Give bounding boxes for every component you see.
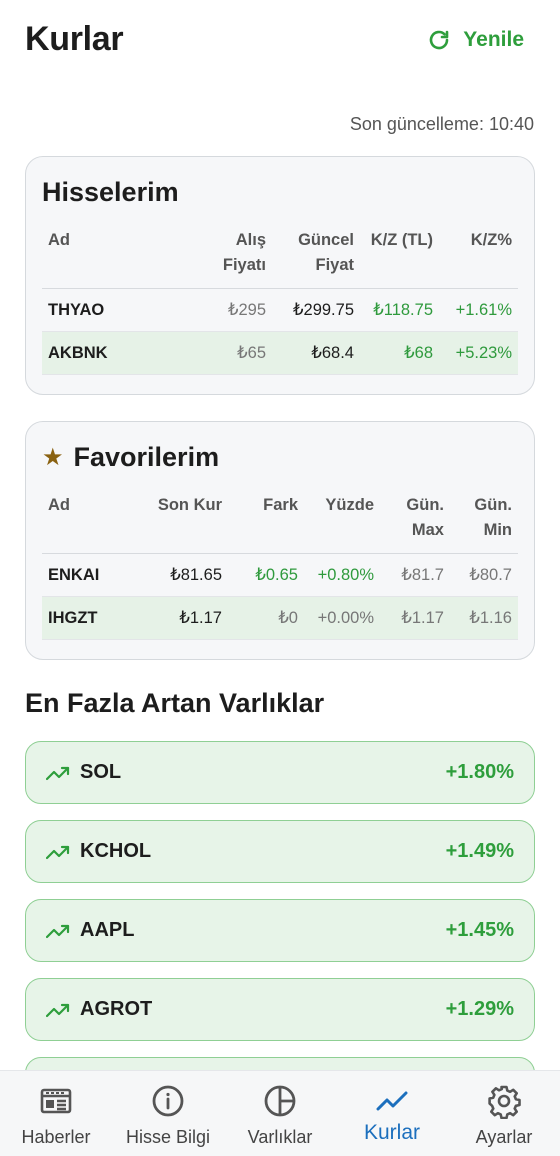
- gainer-symbol: KCHOL: [80, 840, 152, 862]
- gainer-change: +1.45%: [445, 919, 514, 941]
- gainer-change: +1.80%: [445, 761, 514, 783]
- holdings-table: Ad Alış Fiyatı Güncel Fiyat K/Z (TL) K/Z% …: [42, 220, 518, 375]
- symbol-cell: AKBNK: [48, 343, 108, 362]
- column-header: K/Z (TL): [370, 231, 433, 249]
- page-title: Kurlar: [25, 20, 124, 58]
- gear-icon: [488, 1085, 521, 1119]
- current-price-cell: ₺299.75: [293, 301, 354, 319]
- table-row[interactable]: AKBNK ₺65 ₺68.4 ₺68 +5.23%: [42, 331, 518, 375]
- day-min-cell: ₺1.16: [469, 609, 512, 627]
- nav-label-rates: Kurlar: [363, 1121, 421, 1144]
- profit-loss-pct-cell: +5.23%: [455, 343, 512, 362]
- info-icon: [152, 1085, 184, 1117]
- column-header: Fark: [263, 496, 298, 514]
- gainer-change: +1.29%: [445, 998, 514, 1020]
- column-header: Alış Fiyatı: [222, 231, 266, 274]
- favorites-title: ★ Favorilerim: [42, 442, 518, 473]
- percent-cell: +0.00%: [317, 608, 374, 627]
- gainer-symbol: SOL: [80, 761, 122, 783]
- newspaper-icon: [40, 1088, 72, 1114]
- nav-item-rates[interactable]: Kurlar: [336, 1071, 448, 1156]
- holdings-title-text: Hisselerim: [42, 177, 179, 207]
- table-row[interactable]: ENKAI ₺81.65 ₺0.65 +0.80% ₺81.7 ₺80.7: [42, 554, 518, 597]
- nav-label-stock-info: Hisse Bilgi: [125, 1127, 211, 1147]
- day-max-cell: ₺1.17: [401, 609, 444, 627]
- gainer-item[interactable]: AAPL +1.45%: [25, 899, 535, 962]
- holdings-header-row: Ad Alış Fiyatı Güncel Fiyat K/Z (TL) K/Z%: [42, 220, 518, 289]
- profit-loss-cell: ₺118.75: [373, 301, 433, 319]
- diff-cell: ₺0.65: [255, 566, 298, 584]
- nav-item-assets[interactable]: Varlıklar: [224, 1071, 336, 1156]
- table-row[interactable]: IHGZT ₺1.17 ₺0 +0.00% ₺1.17 ₺1.16: [42, 596, 518, 640]
- profit-loss-cell: ₺68: [404, 344, 433, 362]
- last-price-cell: ₺81.65: [170, 566, 222, 584]
- day-max-cell: ₺81.7: [401, 566, 444, 584]
- favorites-card: ★ Favorilerim Ad Son Kur Fark Yüzde Gün.…: [25, 421, 535, 660]
- column-header: Ad: [48, 496, 70, 514]
- symbol-cell: THYAO: [48, 300, 105, 319]
- trending-up-icon: [46, 845, 70, 859]
- column-header: Yüzde: [325, 496, 374, 514]
- favorites-table: Ad Son Kur Fark Yüzde Gün. Max Gün. Min EN…: [42, 485, 518, 640]
- app-header: Kurlar Yenile: [0, 0, 560, 90]
- profit-loss-pct-cell: +1.61%: [455, 300, 512, 319]
- gainer-item[interactable]: AGROT +1.29%: [25, 978, 535, 1041]
- trending-up-icon: [46, 924, 70, 938]
- gainer-symbol: AAPL: [80, 919, 135, 941]
- star-icon: ★: [42, 444, 64, 471]
- gainer-change: +1.49%: [445, 840, 514, 862]
- nav-item-settings[interactable]: Ayarlar: [448, 1071, 560, 1156]
- favorites-header-row: Ad Son Kur Fark Yüzde Gün. Max Gün. Min: [42, 485, 518, 554]
- diff-cell: ₺0: [278, 609, 298, 627]
- nav-label-news: Haberler: [21, 1127, 91, 1147]
- refresh-icon: [430, 30, 449, 50]
- last-price-cell: ₺1.17: [179, 609, 222, 627]
- current-price-cell: ₺68.4: [311, 344, 354, 362]
- symbol-cell: IHGZT: [48, 608, 98, 627]
- top-gainers-title: En Fazla Artan Varlıklar: [25, 688, 325, 718]
- trending-up-icon: [46, 1003, 70, 1017]
- column-header: Gün. Min: [474, 496, 512, 539]
- nav-item-stock-info[interactable]: Hisse Bilgi: [112, 1071, 224, 1156]
- percent-cell: +0.80%: [317, 565, 374, 584]
- column-header: Güncel Fiyat: [298, 231, 354, 274]
- column-header: Son Kur: [157, 496, 222, 514]
- gainer-symbol: AGROT: [80, 998, 153, 1020]
- favorites-title-text: Favorilerim: [73, 442, 220, 472]
- column-header: K/Z%: [470, 231, 512, 249]
- buy-price-cell: ₺295: [227, 301, 266, 319]
- symbol-cell: ENKAI: [48, 565, 100, 584]
- column-header: Gün. Max: [406, 496, 444, 539]
- trending-up-icon: [376, 1091, 408, 1111]
- pie-chart-icon: [264, 1085, 296, 1117]
- bottom-navigation: Haberler Hisse Bilgi Varlıklar Kurlar Ay…: [0, 1070, 560, 1156]
- trending-up-icon: [46, 766, 70, 780]
- holdings-card: Hisselerim Ad Alış Fiyatı Güncel Fiyat K/Z…: [25, 156, 535, 395]
- last-update-text: Son güncelleme: 10:40: [349, 114, 534, 134]
- table-row[interactable]: THYAO ₺295 ₺299.75 ₺118.75 +1.61%: [42, 289, 518, 332]
- gainer-item[interactable]: KCHOL +1.49%: [25, 820, 535, 883]
- buy-price-cell: ₺65: [237, 344, 266, 362]
- holdings-title: Hisselerim: [42, 177, 518, 208]
- refresh-button[interactable]: Yenile: [427, 28, 524, 52]
- nav-label-assets: Varlıklar: [247, 1127, 313, 1147]
- gainer-item[interactable]: SOL +1.80%: [25, 741, 535, 804]
- column-header: Ad: [48, 231, 70, 249]
- refresh-label: Yenile: [463, 28, 524, 51]
- nav-item-news[interactable]: Haberler: [0, 1071, 112, 1156]
- day-min-cell: ₺80.7: [469, 566, 512, 584]
- nav-label-settings: Ayarlar: [475, 1127, 533, 1147]
